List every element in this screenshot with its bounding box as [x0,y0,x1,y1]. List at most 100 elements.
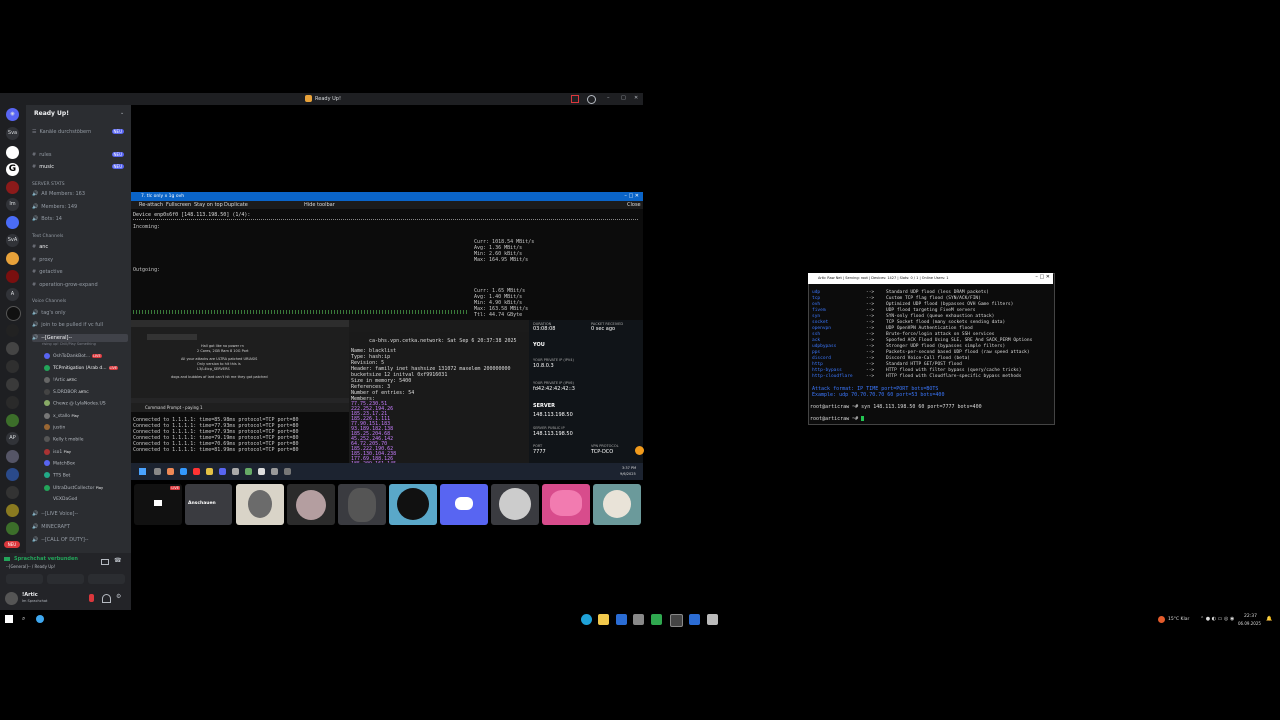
app-icon[interactable] [232,468,239,475]
server-icon-a[interactable]: A [6,288,19,301]
voice-user[interactable]: TCPmitigation (Arab d... LIVE [44,364,128,372]
server-icon-sva2[interactable]: SvA [6,234,19,247]
mute-icon[interactable] [89,594,94,602]
app-icon[interactable] [707,614,718,625]
server-icon-sva[interactable]: Sva [6,127,19,140]
participant-tile[interactable] [287,484,335,525]
fullscreen-button[interactable]: Fullscreen [166,202,191,208]
signal-icon[interactable] [4,557,10,561]
app-icon[interactable] [245,468,252,475]
hide-toolbar-button[interactable]: Hide toolbar [304,202,335,208]
app-icon[interactable] [633,614,644,625]
voice-channel-general[interactable]: 🔊 --[General]-- [32,334,128,342]
category-voice-channels[interactable]: Voice Channels [32,299,66,305]
server-name[interactable]: Ready Up! [34,110,69,117]
channel-music[interactable]: # music NEU [32,163,128,171]
server-icon[interactable] [6,504,19,517]
new-badge-icon[interactable]: NEU [4,541,20,548]
server-icon[interactable] [6,306,21,321]
discord-home-icon[interactable]: ◉ [6,108,19,121]
terminal-prompt[interactable]: root@articraw ~# [810,416,865,422]
edge-icon[interactable] [581,614,592,625]
voice-user[interactable]: Chewz @ LylaNodes.US [44,400,128,408]
channel-rules[interactable]: # rules NEU [32,151,128,159]
clock-time[interactable]: 22:37 [1244,614,1257,619]
app-icon[interactable] [206,468,213,475]
server-icon[interactable] [6,181,19,194]
voice-user[interactable]: !Artic ARTIC [44,376,128,384]
participant-tile[interactable]: Anschauen [185,484,232,525]
participant-tile[interactable] [236,484,284,525]
noise-suppression-icon[interactable] [101,559,109,565]
help-icon[interactable] [587,95,596,104]
participant-tile[interactable] [338,484,386,525]
voice-channel-cod[interactable]: 🔊 --[CALL OF DUTY]-- [32,536,128,544]
voice-user[interactable]: UltraDustCollector Play [44,484,128,492]
server-icon[interactable] [6,146,19,159]
category-text-channels[interactable]: Text Channels [32,234,63,240]
server-icon[interactable] [6,342,19,355]
voice-location-label[interactable]: --[General]-- / Ready Up! [6,564,55,569]
browse-channels-link[interactable]: ☰ Kanäle durchstöbern NEU [32,128,128,136]
app-icon[interactable] [180,468,187,475]
stay-on-top-button[interactable]: Stay on top [194,202,223,208]
app-icon[interactable] [651,614,662,625]
window-controls[interactable]: – □ ✕ [1035,274,1050,280]
copilot-icon[interactable] [36,615,44,623]
channel-anc[interactable]: # anc [32,243,128,251]
voice-channel-minecraft[interactable]: 🔊 MINECRAFT [32,523,128,531]
app-icon[interactable] [193,468,200,475]
server-icon[interactable] [6,324,19,337]
voice-user[interactable]: iso1 Play [44,448,128,456]
windows-start-icon[interactable] [5,615,13,623]
voice-user[interactable]: S.DRDBOR ARTIC [44,388,128,396]
maximize-button[interactable]: □ [621,95,626,101]
voice-channel-tags[interactable]: 🔊 tag's only [32,309,128,317]
voice-user[interactable]: Kelly t mobile [44,436,128,444]
disconnect-icon[interactable]: ☎ [114,558,121,564]
gear-icon[interactable]: ⚙ [116,593,121,600]
participant-tile[interactable] [389,484,437,525]
voice-user[interactable]: TTS Bot [44,472,128,480]
app-icon[interactable] [167,468,174,475]
close-button[interactable]: ✕ [634,95,638,101]
participant-tile[interactable] [542,484,590,525]
weather-icon[interactable] [1158,616,1165,623]
channel-getactive[interactable]: # getactive [32,268,128,276]
clock-date[interactable]: 06.09.2025 [1238,621,1261,626]
server-icon[interactable] [6,414,19,427]
notification-icon[interactable]: 🔔 [1266,616,1272,622]
activity-button[interactable] [88,574,125,584]
tray-icons[interactable]: ⌃ ● ◐ ▭ ◎ ◉ [1200,616,1234,622]
voice-channel-live[interactable]: 🔊 --[LIVE Voice]-- [32,510,128,518]
app-icon[interactable] [284,468,291,475]
minimize-button[interactable]: – [607,95,610,101]
server-icon[interactable] [6,486,19,499]
voice-user[interactable]: MatchBox [44,460,128,468]
orange-action-icon[interactable] [635,446,644,455]
server-icon[interactable] [6,450,19,463]
voice-user[interactable]: x_stallo Play [44,412,128,420]
chevron-down-icon[interactable]: ⌄ [120,110,124,116]
reattach-button[interactable]: Re-attach [139,202,163,208]
participant-tile[interactable]: LIVE [134,484,182,525]
voice-channel-join[interactable]: 🔊 join to be pulled if vc full [32,321,128,329]
voice-user[interactable]: justin [44,424,128,432]
app-icon[interactable] [154,468,161,475]
file-explorer-icon[interactable] [598,614,609,625]
app-icon[interactable] [616,614,627,625]
voice-user[interactable]: VEXDaGod [44,496,128,504]
server-icon[interactable] [6,378,19,391]
inbox-icon[interactable] [571,95,579,103]
server-icon[interactable] [6,468,19,481]
camera-button[interactable] [6,574,43,584]
server-icon[interactable] [6,360,19,373]
app-icon[interactable] [271,468,278,475]
participant-tile[interactable] [440,484,488,525]
app-icon[interactable] [670,614,683,627]
participant-tile[interactable] [593,484,641,525]
server-icon[interactable] [6,216,19,229]
remote-clock-date[interactable]: 9/6/2025 [620,472,636,476]
screen-share-button[interactable] [47,574,84,584]
weather-label[interactable]: 15°C Klar [1168,617,1189,622]
